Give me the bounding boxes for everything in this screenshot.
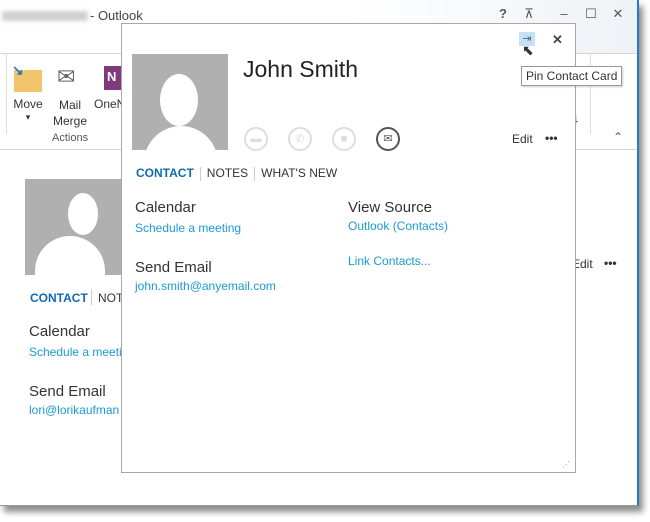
email-icon[interactable]: ✉ [376, 127, 400, 151]
calendar-heading: Calendar [135, 199, 196, 216]
actions-group-label: Actions [52, 132, 89, 144]
email-link[interactable]: john.smith@anyemail.com [135, 279, 276, 293]
move-dropdown-icon[interactable]: ▾ [10, 112, 46, 123]
outlook-contacts-link[interactable]: Outlook (Contacts) [348, 219, 448, 233]
view-source-heading: View Source [348, 199, 432, 216]
tab-contact[interactable]: CONTACT [136, 166, 194, 180]
contact-name: John Smith [243, 56, 359, 82]
arrow-icon: ↘ [12, 62, 24, 78]
window-title: - Outlook [90, 8, 143, 23]
pin-tooltip: Pin Contact Card [521, 66, 623, 86]
bg-email-link[interactable]: lori@lorikaufman [29, 403, 119, 417]
bg-email-heading: Send Email [29, 383, 106, 400]
move-label[interactable]: Move [10, 97, 46, 111]
ribbon-display-options-icon[interactable]: ⊼ [520, 6, 538, 22]
bg-tab-contact[interactable]: CONTACT [30, 291, 88, 305]
resize-grip-icon[interactable]: ⋰ [562, 460, 570, 469]
onenote-icon: N [104, 66, 122, 90]
phone-icon[interactable]: ✆ [288, 127, 312, 151]
contact-avatar [132, 54, 228, 150]
close-card-button[interactable]: ✕ [552, 32, 563, 48]
collapse-ribbon-icon[interactable]: ⌃ [613, 130, 623, 144]
contact-card: ⇥ ⬉ ✕ John Smith ▬ ✆ ■ ✉ Edit ••• CONTAC… [121, 23, 576, 473]
blurred-title [2, 11, 88, 21]
mail-merge-icon: ✉ [57, 64, 76, 89]
link-contacts-link[interactable]: Link Contacts... [348, 254, 431, 268]
schedule-meeting-link[interactable]: Schedule a meeting [135, 221, 241, 235]
bg-calendar-heading: Calendar [29, 323, 90, 340]
background-avatar [25, 179, 125, 275]
im-icon[interactable]: ▬ [244, 127, 268, 151]
card-tabs: CONTACT NOTES WHAT'S NEW [136, 166, 337, 181]
move-button[interactable]: ↘ [12, 62, 42, 94]
tab-whats-new[interactable]: WHAT'S NEW [261, 166, 337, 180]
bg-more-button[interactable]: ••• [604, 256, 617, 270]
edit-button[interactable]: Edit [512, 132, 533, 146]
mouse-cursor-icon: ⬉ [522, 42, 534, 58]
maximize-button[interactable]: ☐ [582, 6, 600, 22]
tab-notes[interactable]: NOTES [207, 166, 248, 180]
help-button[interactable]: ? [494, 6, 512, 21]
bg-tab-notes[interactable]: NOT [98, 291, 123, 305]
video-icon[interactable]: ■ [332, 127, 356, 151]
close-button[interactable]: ✕ [609, 6, 627, 22]
mail-merge-button[interactable]: Mail Merge [50, 97, 90, 129]
send-email-heading: Send Email [135, 259, 212, 276]
more-button[interactable]: ••• [545, 131, 558, 145]
minimize-button[interactable]: – [555, 6, 573, 21]
bg-schedule-link[interactable]: Schedule a meeti [29, 345, 122, 359]
